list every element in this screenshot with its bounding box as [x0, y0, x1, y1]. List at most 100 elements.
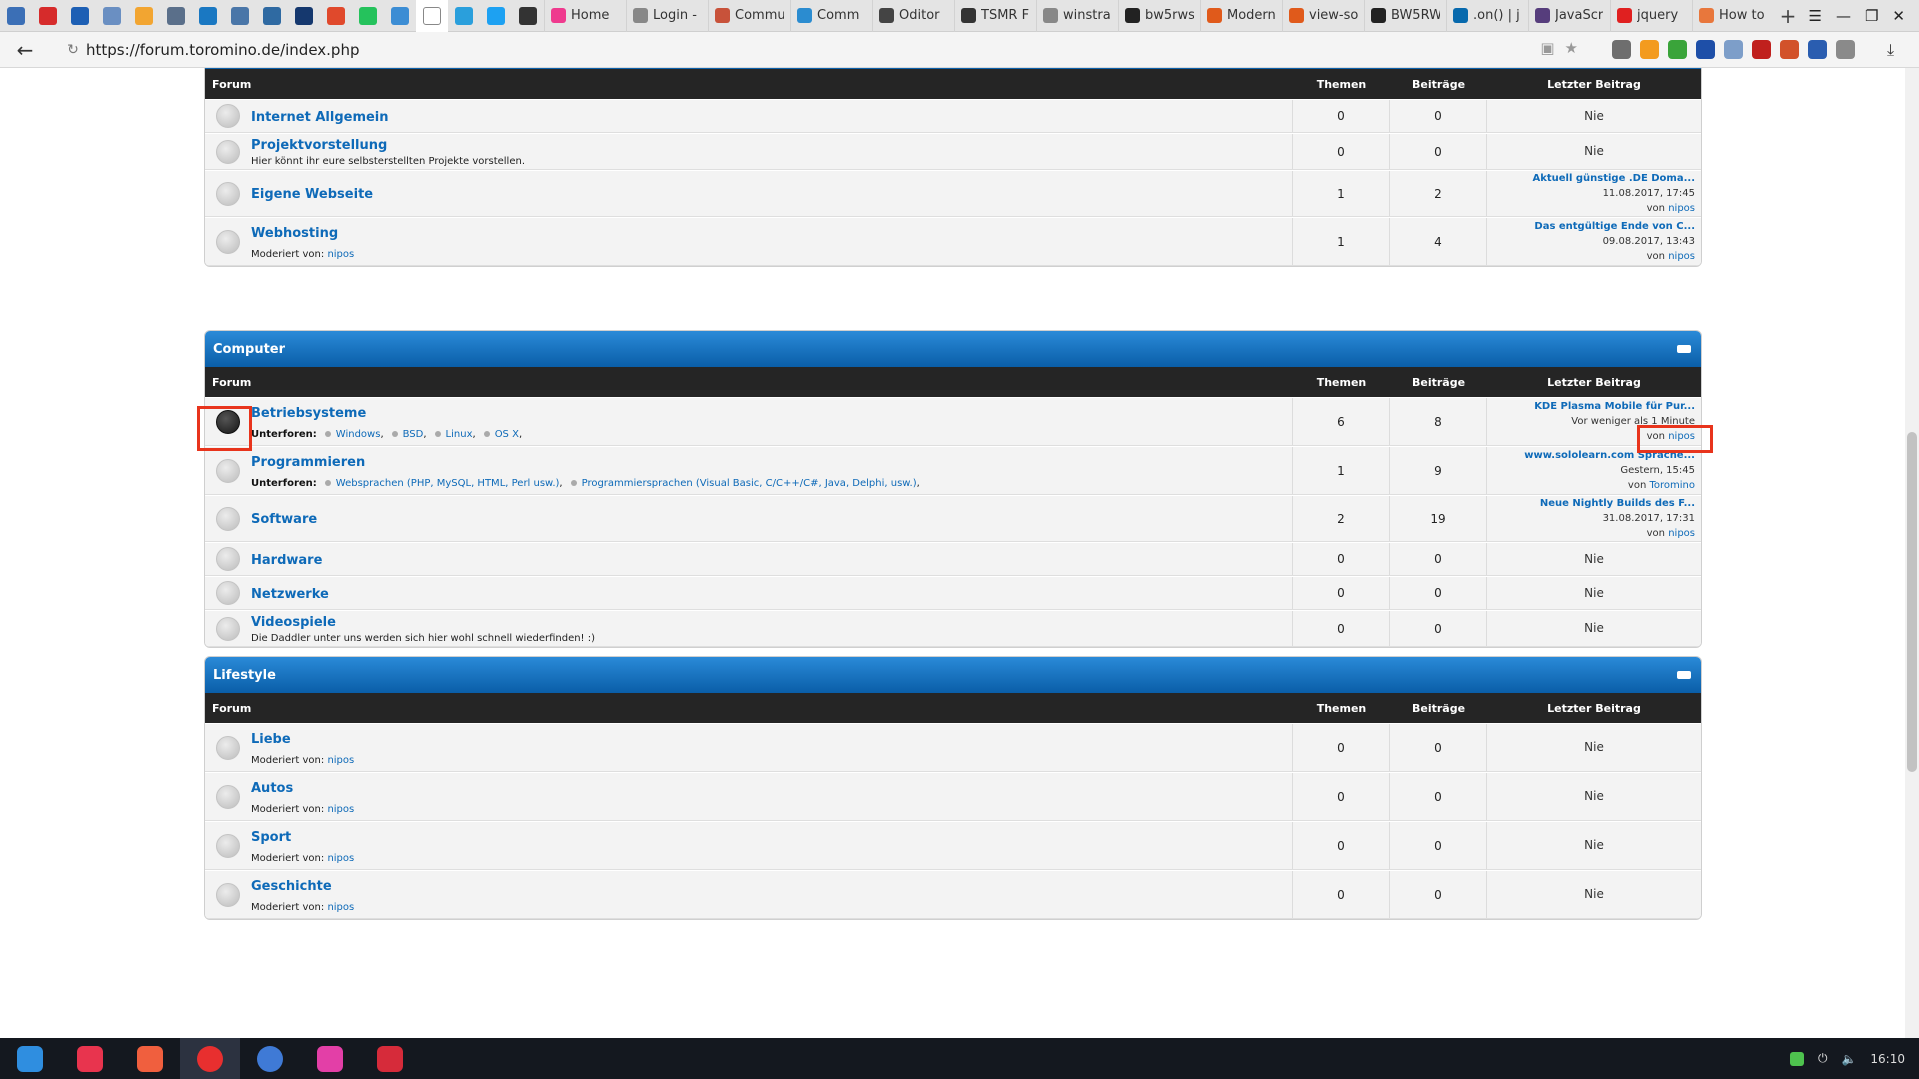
- taskbar-app[interactable]: [300, 1038, 360, 1079]
- pinned-tab[interactable]: [128, 0, 160, 32]
- reload-icon[interactable]: ↻: [60, 42, 86, 58]
- browser-tab[interactable]: Login -: [626, 0, 708, 32]
- forum-title-link[interactable]: Liebe: [251, 732, 1292, 747]
- forum-title-link[interactable]: Netzwerke: [251, 587, 1292, 602]
- last-post-title-link[interactable]: Aktuell günstige .DE Doma...: [1532, 171, 1695, 186]
- mail-icon[interactable]: [1724, 40, 1743, 59]
- download-icon[interactable]: ⤓: [1887, 40, 1894, 60]
- category-title[interactable]: Lifestyle: [213, 668, 276, 683]
- pinned-tab[interactable]: [192, 0, 224, 32]
- forum-title-link[interactable]: Software: [251, 512, 1292, 527]
- block-icon[interactable]: [1696, 40, 1715, 59]
- counter-70-icon[interactable]: [1612, 40, 1631, 59]
- pinned-tab[interactable]: [416, 0, 448, 32]
- last-post-title-link[interactable]: KDE Plasma Mobile für Pur...: [1534, 399, 1695, 414]
- browser-tab[interactable]: winstra: [1036, 0, 1118, 32]
- last-post-user-link[interactable]: Toromino: [1649, 480, 1695, 491]
- category-title[interactable]: Computer: [213, 342, 285, 357]
- forum-title-link[interactable]: Eigene Webseite: [251, 187, 1292, 202]
- pinned-tab[interactable]: [224, 0, 256, 32]
- power-icon[interactable]: ⏻: [1818, 1051, 1828, 1066]
- browser-tab[interactable]: Home: [544, 0, 626, 32]
- forum-title-link[interactable]: Geschichte: [251, 879, 1292, 894]
- forum-title-link[interactable]: Programmieren: [251, 455, 1292, 470]
- pinned-tab[interactable]: [320, 0, 352, 32]
- browser-tab[interactable]: jquery: [1610, 0, 1692, 32]
- n-icon[interactable]: [1808, 40, 1827, 59]
- back-arrow-icon[interactable]: ←: [0, 38, 50, 62]
- forum-title-link[interactable]: Videospiele: [251, 615, 1292, 630]
- restore-icon[interactable]: ❐: [1865, 7, 1878, 25]
- browser-tab[interactable]: Oditor: [872, 0, 954, 32]
- pinned-tab[interactable]: [96, 0, 128, 32]
- taskbar-app[interactable]: [240, 1038, 300, 1079]
- browser-tab[interactable]: Comm: [790, 0, 872, 32]
- pinned-tab[interactable]: [160, 0, 192, 32]
- pinned-tab[interactable]: [480, 0, 512, 32]
- taskbar-app[interactable]: [180, 1038, 240, 1079]
- pinned-tab[interactable]: [256, 0, 288, 32]
- pinned-tab[interactable]: [0, 0, 32, 32]
- bug-icon[interactable]: [1780, 40, 1799, 59]
- last-post-user-link[interactable]: nipos: [1668, 251, 1695, 262]
- moderator-link[interactable]: nipos: [327, 249, 354, 260]
- forum-title-link[interactable]: Webhosting: [251, 226, 1292, 241]
- moderator-link[interactable]: nipos: [327, 804, 354, 815]
- taskbar-app[interactable]: [0, 1038, 60, 1079]
- page-info-icon[interactable]: ▣: [1540, 39, 1554, 57]
- moderator-link[interactable]: nipos: [327, 902, 354, 913]
- weather-icon[interactable]: [1640, 40, 1659, 59]
- browser-tab[interactable]: How to: [1692, 0, 1774, 32]
- collapse-icon[interactable]: [1677, 345, 1691, 353]
- scrollbar[interactable]: [1905, 68, 1919, 1038]
- forum-title-link[interactable]: Sport: [251, 830, 1292, 845]
- last-post-title-link[interactable]: Das entgültige Ende von C...: [1534, 219, 1695, 234]
- bookmark-star-icon[interactable]: ★: [1565, 39, 1578, 57]
- subforum-link[interactable]: BSD: [403, 429, 424, 440]
- new-tab-button[interactable]: +: [1774, 0, 1802, 32]
- browser-tab[interactable]: .on() | j: [1446, 0, 1528, 32]
- magnifier-icon[interactable]: [1836, 40, 1855, 59]
- browser-tab[interactable]: view-so: [1282, 0, 1364, 32]
- url-text[interactable]: https://forum.toromino.de/index.php: [86, 41, 359, 59]
- subforum-link[interactable]: Windows: [336, 429, 381, 440]
- moderator-link[interactable]: nipos: [327, 853, 354, 864]
- browser-tab[interactable]: bw5rws: [1118, 0, 1200, 32]
- browser-tab[interactable]: TSMR F: [954, 0, 1036, 32]
- forum-title-link[interactable]: Betriebsysteme: [251, 406, 1292, 421]
- clock[interactable]: 16:10: [1870, 1052, 1905, 1066]
- browser-tab[interactable]: Modern: [1200, 0, 1282, 32]
- taskbar-app[interactable]: [60, 1038, 120, 1079]
- pinned-tab[interactable]: [32, 0, 64, 32]
- subforum-link[interactable]: Websprachen (PHP, MySQL, HTML, Perl usw.…: [336, 478, 560, 489]
- forum-title-link[interactable]: Projektvorstellung: [251, 138, 1292, 153]
- pinned-tab[interactable]: [512, 0, 544, 32]
- subforum-link[interactable]: OS X: [495, 429, 519, 440]
- last-post-user-link[interactable]: nipos: [1668, 528, 1695, 539]
- pinned-tab[interactable]: [384, 0, 416, 32]
- subforum-link[interactable]: Linux: [446, 429, 473, 440]
- taskbar-app[interactable]: [120, 1038, 180, 1079]
- volume-icon[interactable]: 🔈: [1841, 1052, 1856, 1066]
- browser-tab[interactable]: JavaScr: [1528, 0, 1610, 32]
- notification-icon[interactable]: [1789, 1051, 1804, 1066]
- subforum-link[interactable]: Programmiersprachen (Visual Basic, C/C++…: [582, 478, 917, 489]
- last-post-title-link[interactable]: Neue Nightly Builds des F...: [1540, 496, 1695, 511]
- close-icon[interactable]: ✕: [1892, 7, 1905, 25]
- browser-tab[interactable]: Commu: [708, 0, 790, 32]
- minimize-icon[interactable]: —: [1836, 7, 1851, 25]
- leaf-icon[interactable]: [1668, 40, 1687, 59]
- pinned-tab[interactable]: [64, 0, 96, 32]
- browser-tab[interactable]: BW5RW: [1364, 0, 1446, 32]
- taskbar-app[interactable]: [360, 1038, 420, 1079]
- pinned-tab[interactable]: [288, 0, 320, 32]
- pinned-tab[interactable]: [352, 0, 384, 32]
- moderator-link[interactable]: nipos: [327, 755, 354, 766]
- pinned-tab[interactable]: [448, 0, 480, 32]
- forum-title-link[interactable]: Hardware: [251, 553, 1292, 568]
- url-field[interactable]: ↻ https://forum.toromino.de/index.php ▣ …: [60, 36, 1586, 64]
- menu-icon[interactable]: ☰: [1809, 7, 1822, 25]
- forum-title-link[interactable]: Autos: [251, 781, 1292, 796]
- last-post-user-link[interactable]: nipos: [1668, 203, 1695, 214]
- scrollbar-thumb[interactable]: [1907, 432, 1917, 772]
